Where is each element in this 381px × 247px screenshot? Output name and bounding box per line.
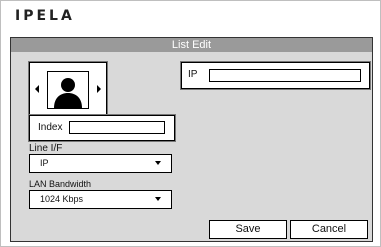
line-if-label: Line I/F — [29, 143, 63, 154]
arrow-right-icon[interactable] — [97, 85, 101, 93]
ipela-logo: IPELA — [15, 8, 75, 24]
person-icon — [47, 71, 89, 109]
dropdown-caret-icon — [155, 197, 161, 201]
lan-bandwidth-value: 1024 Kbps — [40, 194, 84, 204]
ip-section: IP — [181, 62, 370, 89]
dropdown-caret-icon — [155, 161, 161, 165]
window-frame: IPELA List Edit IP Index Line I/F IP LAN… — [0, 0, 381, 247]
lan-bandwidth-label: LAN Bandwidth — [29, 179, 92, 189]
index-section: Index — [29, 115, 175, 141]
dialog-title: List Edit — [11, 38, 372, 52]
index-input[interactable] — [69, 121, 165, 134]
index-label: Index — [38, 122, 63, 133]
ip-label: IP — [188, 69, 198, 80]
lan-bandwidth-select[interactable]: 1024 Kbps — [29, 190, 172, 209]
contact-picture-selector[interactable] — [29, 62, 107, 116]
list-edit-dialog: List Edit IP Index Line I/F IP LAN Bandw… — [10, 37, 373, 242]
cancel-button[interactable]: Cancel — [290, 220, 368, 239]
line-if-select[interactable]: IP — [29, 154, 172, 173]
save-button[interactable]: Save — [209, 220, 287, 239]
arrow-left-icon[interactable] — [35, 85, 39, 93]
line-if-value: IP — [40, 158, 49, 168]
ip-input[interactable] — [209, 69, 361, 82]
